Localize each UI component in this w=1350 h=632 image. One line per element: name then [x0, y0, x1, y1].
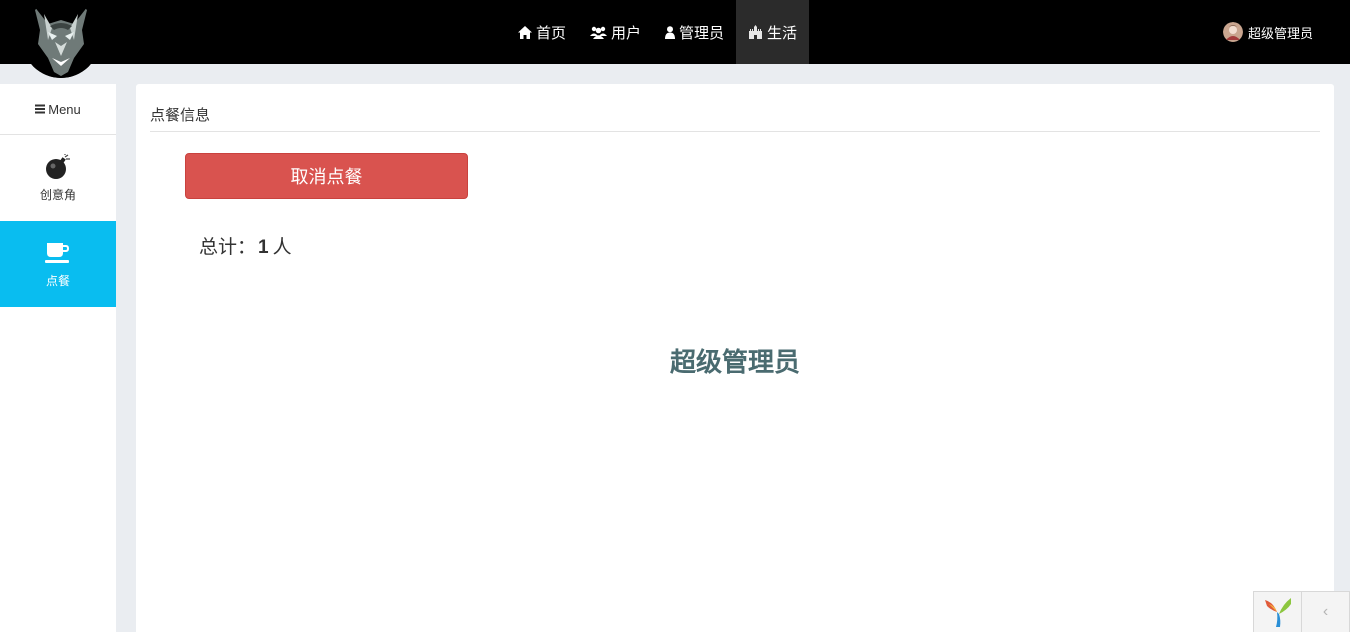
order-panel: 点餐信息 取消点餐 总计： 1 人 超级管理员 [136, 84, 1334, 632]
menu-label: Menu [48, 101, 81, 117]
total-prefix: 总计： [199, 237, 257, 258]
user-name: 超级管理员 [1247, 25, 1313, 41]
total-number: 1 [258, 237, 269, 258]
avatar [1222, 22, 1243, 42]
user-menu[interactable]: 超级管理员 [1222, 0, 1313, 64]
nav-item-users[interactable]: 用户 [578, 0, 653, 64]
bars-icon [35, 102, 46, 117]
panel-title: 点餐信息 [150, 107, 211, 124]
total-count: 总计： 1 人 [199, 232, 292, 259]
top-navbar: 首页 用户 管理员 生活 超级管理员 [0, 0, 1350, 64]
users-icon [590, 26, 608, 39]
home-icon [518, 25, 532, 39]
castle-icon [748, 25, 763, 39]
coffee-icon [45, 240, 71, 266]
wolf-logo[interactable] [22, 0, 100, 78]
diner-name: 超级管理员 [669, 347, 800, 377]
nav-item-label: 管理员 [679, 24, 725, 42]
debug-toolbar: ‹ [1253, 591, 1350, 632]
menu-toggle[interactable]: Menu [0, 84, 116, 135]
sidebar-item-label: 点餐 [45, 273, 70, 288]
nav-item-home[interactable]: 首页 [506, 0, 578, 64]
bomb-icon [45, 153, 71, 180]
nav-item-admins[interactable]: 管理员 [653, 0, 736, 64]
nav-item-label: 生活 [767, 24, 798, 42]
cancel-order-button[interactable]: 取消点餐 [185, 153, 468, 199]
total-unit: 人 [272, 237, 292, 258]
chevron-left-icon[interactable]: ‹ [1302, 592, 1349, 632]
nav-item-life[interactable]: 生活 [736, 0, 810, 64]
main-nav: 首页 用户 管理员 生活 [506, 0, 810, 64]
yii-logo-icon[interactable] [1254, 592, 1302, 632]
sidebar-item-label: 创意角 [39, 187, 76, 202]
user-icon [665, 25, 676, 39]
sidebar-item-order-food[interactable]: 点餐 [0, 221, 116, 307]
nav-item-label: 首页 [536, 24, 567, 42]
sidebar: Menu 创意角 点餐 [0, 84, 116, 632]
nav-item-label: 用户 [611, 24, 642, 42]
divider [150, 131, 1320, 132]
sidebar-item-creative-corner[interactable]: 创意角 [0, 135, 116, 221]
